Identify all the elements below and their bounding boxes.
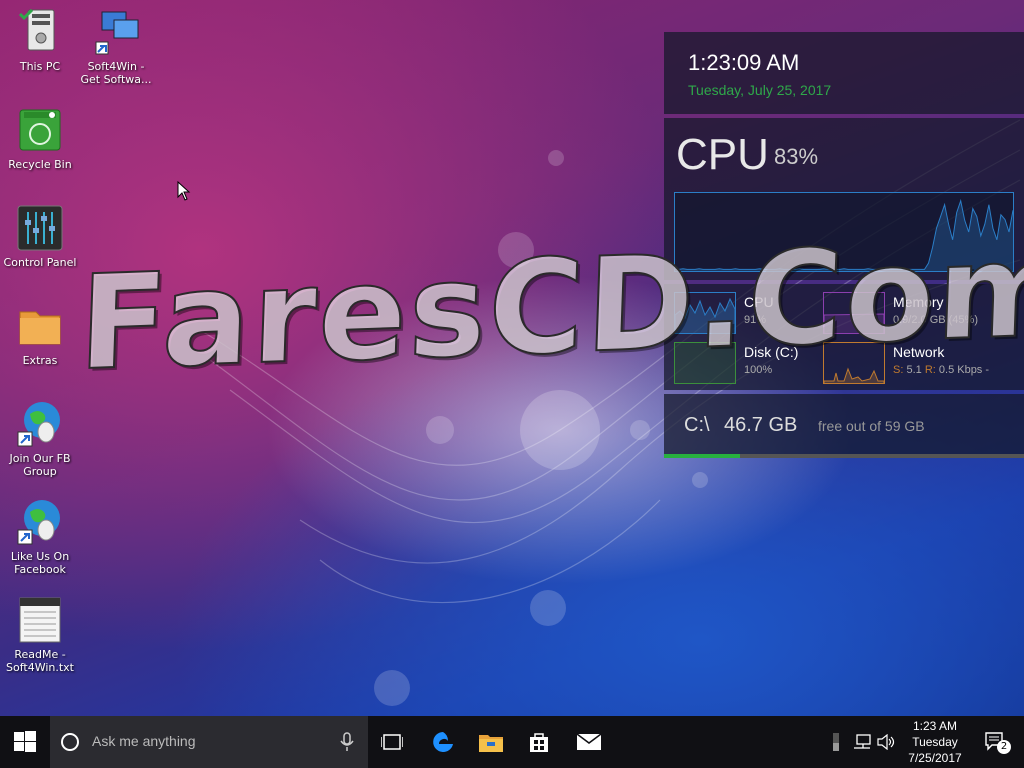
tray-overflow-icon xyxy=(833,733,839,751)
globe-shortcut-icon xyxy=(16,498,64,546)
desktop-icon-label-2: Soft4Win.txt xyxy=(6,661,74,674)
task-view-button[interactable] xyxy=(370,716,414,768)
drive-usage-fill xyxy=(664,454,740,458)
file-explorer-icon xyxy=(479,735,503,752)
speaker-icon xyxy=(877,734,895,750)
windows-logo-icon xyxy=(14,731,36,752)
mail-icon xyxy=(577,734,601,750)
text-document-icon xyxy=(16,596,64,644)
desktop-icon-control-panel[interactable]: Control Panel xyxy=(0,204,80,269)
store-button[interactable] xyxy=(516,716,562,768)
cpu-gadget-percent: 83% xyxy=(774,144,819,169)
gadget-date: Tuesday, July 25, 2017 xyxy=(688,82,832,98)
drive-free-size: 46.7 GB xyxy=(724,414,798,436)
network-computers-icon xyxy=(92,8,140,56)
network-icon xyxy=(854,734,871,749)
desktop-icon-label: Extras xyxy=(22,354,58,367)
action-center-button[interactable]: 2 xyxy=(974,716,1018,768)
desktop-icon-label: Soft4Win - xyxy=(87,60,145,73)
recycle-bin-icon xyxy=(16,106,64,154)
show-hidden-icons-button[interactable] xyxy=(828,716,844,768)
search-box[interactable]: Ask me anything xyxy=(50,716,368,768)
volume-tray-button[interactable] xyxy=(874,716,898,768)
file-explorer-button[interactable] xyxy=(468,716,514,768)
cpu-gadget-title: CPU xyxy=(676,130,769,179)
cortana-circle-icon xyxy=(61,733,79,751)
desktop-icon-label-2: Group xyxy=(23,465,57,478)
desktop-icon-join-fb-group[interactable]: Join Our FB Group xyxy=(0,400,80,478)
desktop-icon-readme[interactable]: ReadMe - Soft4Win.txt xyxy=(0,596,80,674)
taskbar-day: Tuesday xyxy=(912,735,958,749)
clock-gadget[interactable]: 1:23:09 AM Tuesday, July 25, 2017 xyxy=(664,32,1024,114)
drive-free-text: free out of 59 GB xyxy=(818,418,925,434)
drive-path: C:\ xyxy=(684,414,710,436)
computer-icon xyxy=(16,8,64,56)
control-panel-icon xyxy=(16,204,64,252)
desktop-icon-extras[interactable]: Extras xyxy=(0,302,80,367)
desktop-icon-soft4win[interactable]: Soft4Win - Get Softwa... xyxy=(76,8,156,86)
folder-icon xyxy=(16,302,64,350)
microphone-icon[interactable] xyxy=(340,732,354,752)
store-icon xyxy=(530,733,548,752)
desktop-icon-label: Join Our FB xyxy=(9,452,71,465)
desktop-icon-label-2: Facebook xyxy=(14,563,66,576)
search-placeholder: Ask me anything xyxy=(92,733,196,749)
desktop-icon-like-facebook[interactable]: Like Us On Facebook xyxy=(0,498,80,576)
desktop-icon-label: This PC xyxy=(19,60,61,73)
start-button[interactable] xyxy=(0,716,50,768)
desktop-icon-label: ReadMe - xyxy=(14,648,66,661)
desktop-icon-label: Recycle Bin xyxy=(8,158,72,171)
gadget-time: 1:23:09 AM xyxy=(688,50,800,75)
network-tray-button[interactable] xyxy=(850,716,874,768)
edge-button[interactable] xyxy=(420,716,466,768)
desktop-icon-label: Control Panel xyxy=(3,256,77,269)
desktop-icon-recycle-bin[interactable]: Recycle Bin xyxy=(0,106,80,171)
edge-icon xyxy=(433,732,453,752)
desktop[interactable]: This PC Soft4Win - Get Softwa... Recycle… xyxy=(0,0,1024,716)
desktop-icon-label-2: Get Softwa... xyxy=(80,73,152,86)
taskbar-clock[interactable]: 1:23 AM Tuesday 7/25/2017 xyxy=(900,718,970,766)
drive-usage-bar xyxy=(664,454,1024,458)
drive-gadget[interactable]: C:\ 46.7 GB free out of 59 GB xyxy=(664,394,1024,458)
globe-shortcut-icon xyxy=(16,400,64,448)
taskbar-date: 7/25/2017 xyxy=(908,751,962,765)
mail-button[interactable] xyxy=(566,716,612,768)
taskbar: Ask me anything 1:23 AM Tuesday 7/25/201… xyxy=(0,716,1024,768)
mouse-cursor-icon xyxy=(177,181,191,201)
desktop-icon-this-pc[interactable]: This PC xyxy=(0,8,80,73)
task-view-icon xyxy=(381,734,403,750)
desktop-icon-label: Like Us On xyxy=(10,550,70,563)
notification-count-badge: 2 xyxy=(997,740,1011,754)
taskbar-time: 1:23 AM xyxy=(912,719,958,733)
